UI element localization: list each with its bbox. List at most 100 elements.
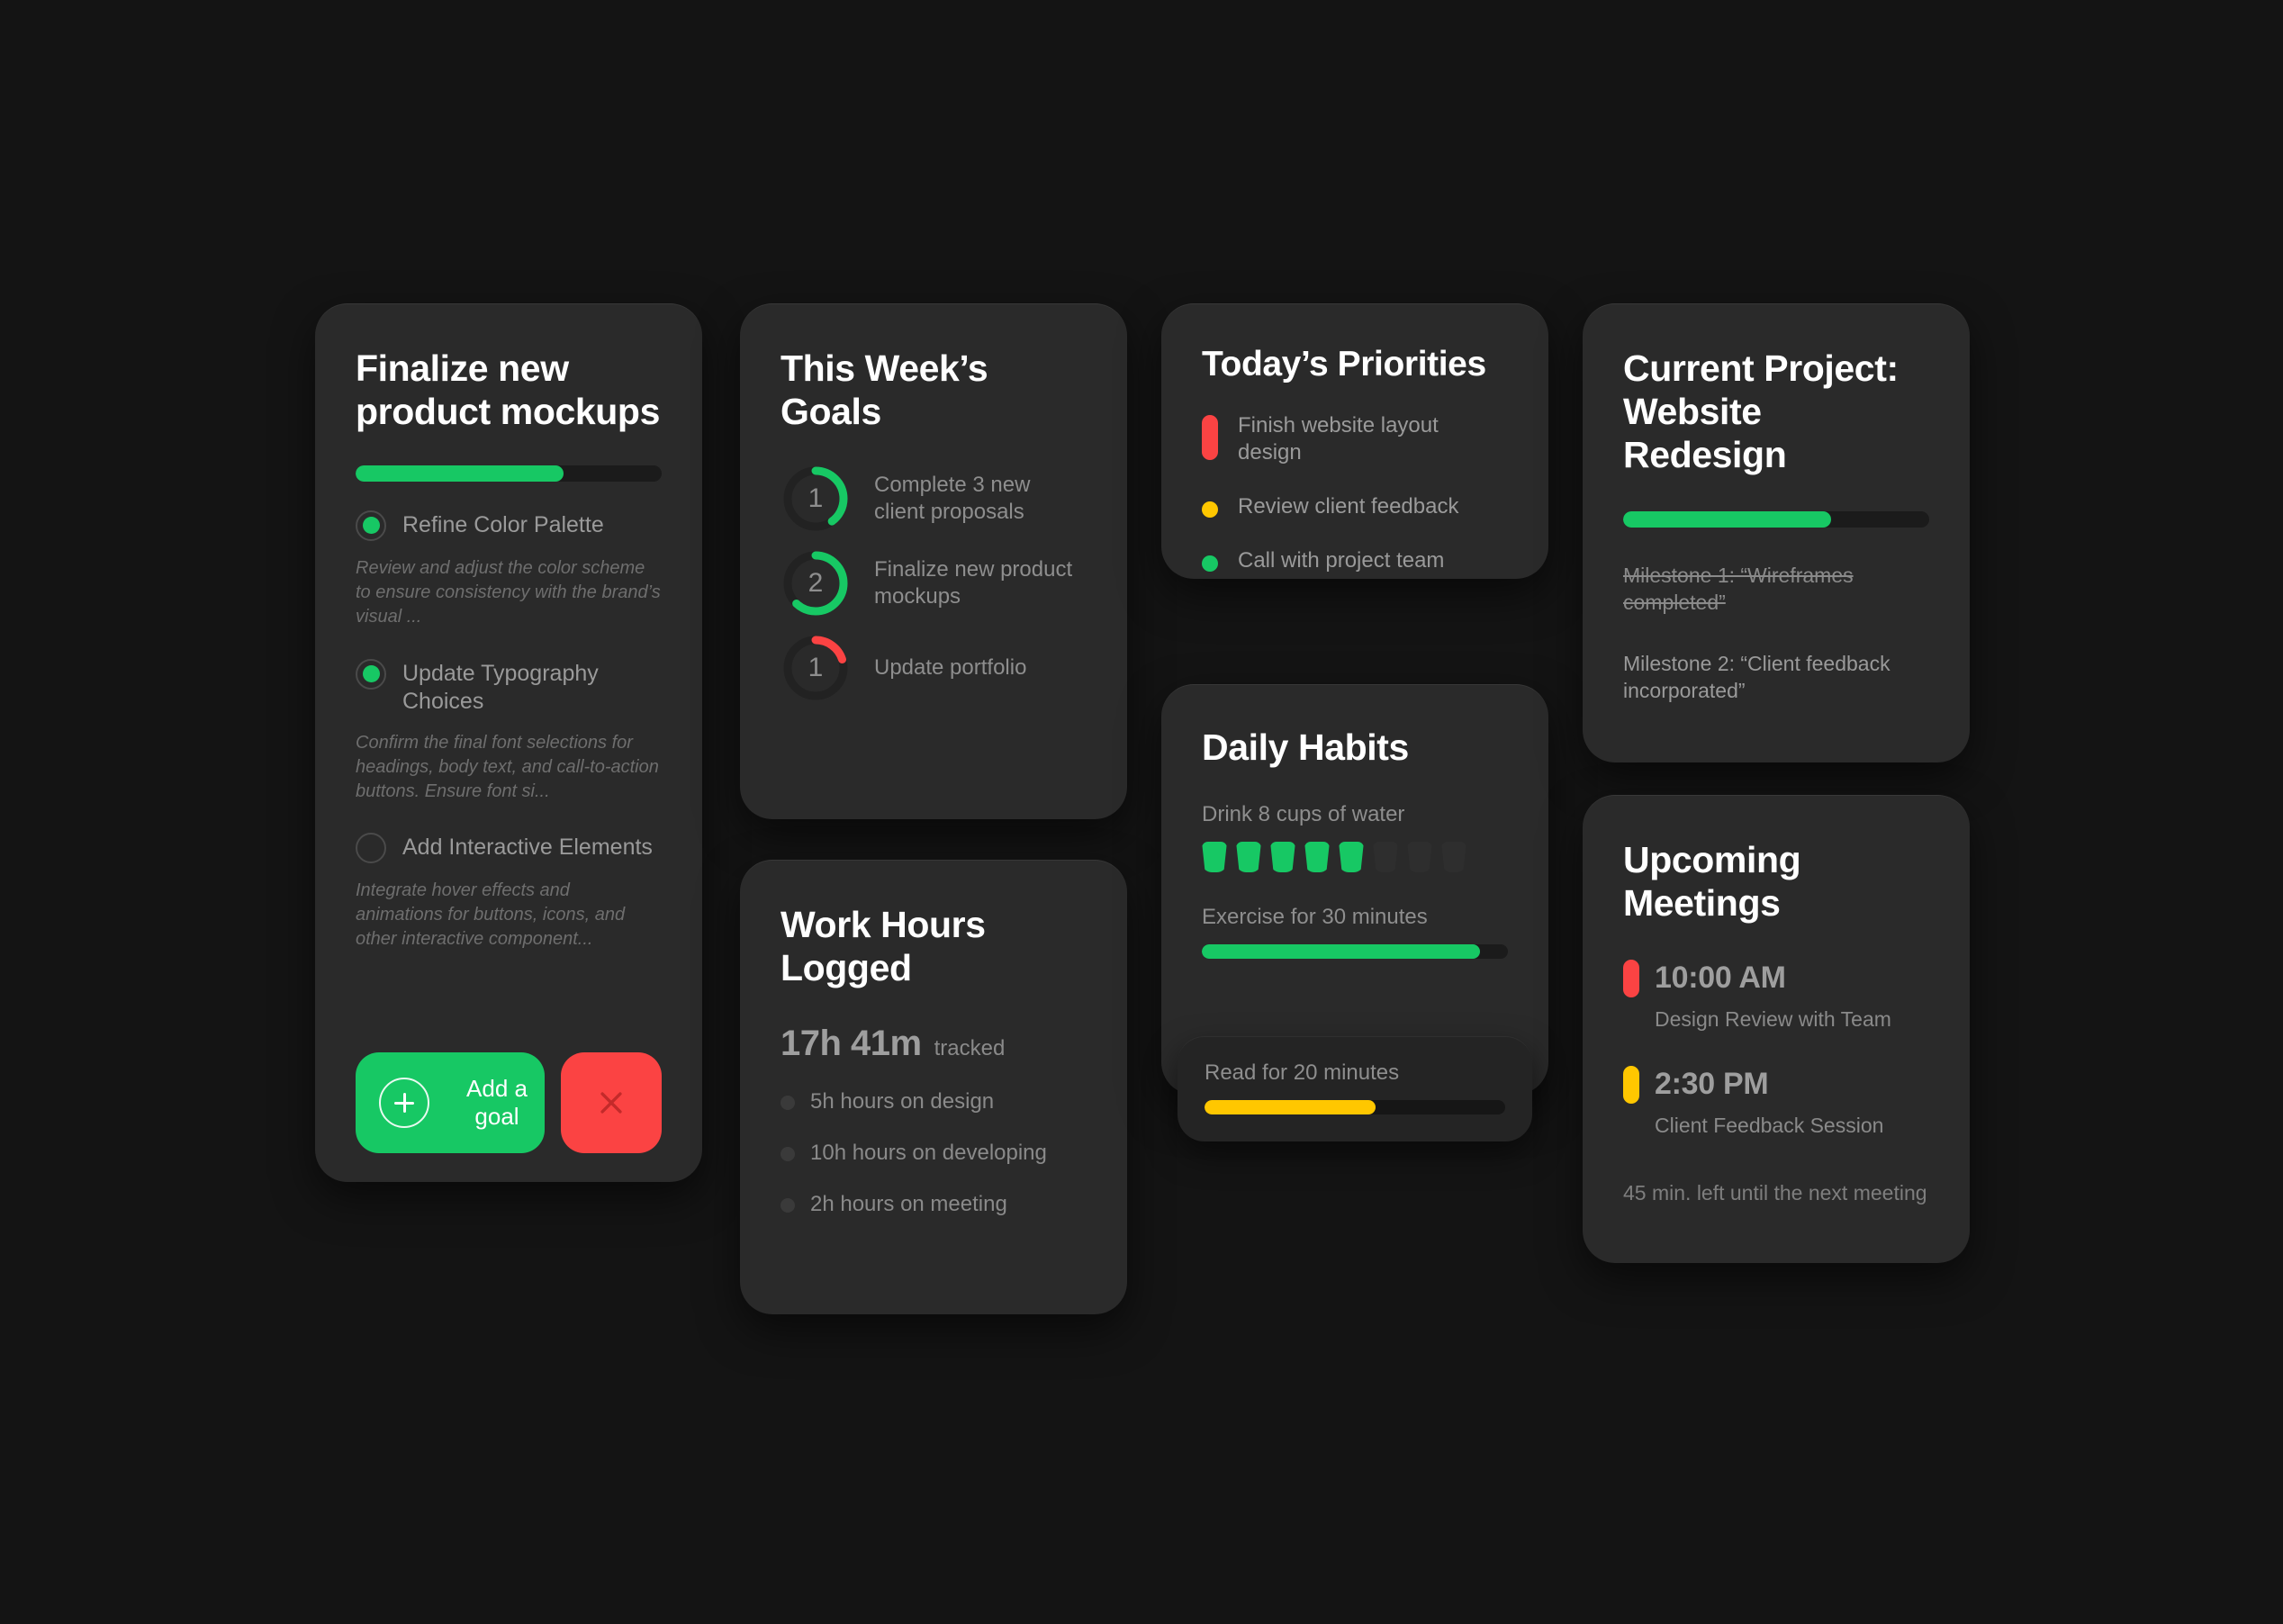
habit-water[interactable]: Drink 8 cups of water <box>1202 802 1508 872</box>
priority-label: Review client feedback <box>1238 493 1459 519</box>
bullet-icon <box>781 1146 795 1161</box>
water-cup-icon[interactable] <box>1202 841 1227 872</box>
read-progress-bar <box>1205 1100 1505 1114</box>
goal-number: 1 <box>808 483 824 513</box>
task-item[interactable]: Refine Color Palette <box>356 509 662 541</box>
task-item[interactable]: Add Interactive Elements <box>356 831 662 864</box>
meetings-footer-note: 45 min. left until the next meeting <box>1623 1180 1927 1204</box>
water-cup-icon[interactable] <box>1373 841 1398 872</box>
meeting-marker <box>1623 959 1639 997</box>
task-label: Update Typography Choices <box>402 660 599 714</box>
plus-circle-icon <box>379 1078 429 1128</box>
card-this-weeks-goals[interactable]: This Week’s Goals 1 Complete 3 new clien… <box>740 303 1127 819</box>
checkbox-refine-color-palette[interactable] <box>356 510 386 541</box>
progress-ring-icon: 1 <box>781 464 851 534</box>
checkbox-update-typography[interactable] <box>356 658 386 690</box>
priority-marker-low <box>1202 555 1218 572</box>
hours-total-value: 17h 41m <box>781 1023 922 1063</box>
list-item[interactable]: Call with project team <box>1202 547 1508 574</box>
list-item[interactable]: 2:30 PM Client Feedback Session <box>1623 1065 1929 1138</box>
read-progress-fill <box>1205 1100 1376 1114</box>
mockups-progress-bar <box>356 465 662 482</box>
bullet-icon <box>781 1095 795 1110</box>
project-progress-bar <box>1623 510 1929 528</box>
bullet-icon <box>781 1197 795 1213</box>
project-progress-fill <box>1623 510 1832 528</box>
hours-total: 17h 41m tracked <box>781 1024 1087 1064</box>
meeting-time: 2:30 PM <box>1655 1067 1769 1102</box>
close-icon <box>561 1052 662 1153</box>
hours-breakdown-label: 10h hours on developing <box>810 1140 1047 1165</box>
priorities-title: Today’s Priorities <box>1202 345 1486 383</box>
water-cup-icon[interactable] <box>1339 841 1364 872</box>
list-item[interactable]: 10:00 AM Design Review with Team <box>1623 959 1929 1032</box>
checkbox-add-interactive-elements[interactable] <box>356 833 386 864</box>
list-item[interactable]: Finish website layout design <box>1202 412 1508 466</box>
list-item[interactable]: 1 Complete 3 new client proposals <box>781 464 1087 534</box>
hours-breakdown-label: 2h hours on meeting <box>810 1191 1007 1216</box>
water-cup-icon[interactable] <box>1270 841 1295 872</box>
list-item[interactable]: 1 Update portfolio <box>781 633 1087 703</box>
mockups-progress-fill <box>356 465 564 482</box>
meetings-title: Upcoming Meetings <box>1623 839 1801 924</box>
habit-exercise[interactable]: Exercise for 30 minutes <box>1202 905 1508 959</box>
water-cup-icon[interactable] <box>1407 841 1432 872</box>
hours-breakdown-label: 5h hours on design <box>810 1088 995 1114</box>
exercise-progress-bar <box>1202 943 1508 959</box>
meeting-subject: Design Review with Team <box>1655 1006 1891 1031</box>
card-current-project[interactable]: Current Project: Website Redesign Milest… <box>1583 303 1970 762</box>
water-cup-icon[interactable] <box>1441 841 1466 872</box>
mockups-action-row: Add a goal <box>356 1052 662 1153</box>
priority-label: Finish website layout design <box>1238 412 1439 465</box>
add-goal-button[interactable]: Add a goal <box>356 1052 545 1153</box>
meeting-marker <box>1623 1065 1639 1104</box>
progress-ring-icon: 2 <box>781 548 851 618</box>
progress-ring-icon: 1 <box>781 633 851 703</box>
priority-marker-high <box>1202 414 1218 460</box>
hours-title: Work Hours Logged <box>781 904 986 988</box>
add-goal-label: Add a goal <box>466 1075 528 1130</box>
habit-label: Exercise for 30 minutes <box>1202 904 1428 929</box>
exercise-progress-fill <box>1202 943 1481 959</box>
meeting-time: 10:00 AM <box>1655 961 1786 996</box>
goal-label: Update portfolio <box>874 654 1027 680</box>
task-item[interactable]: Update Typography Choices <box>356 657 662 716</box>
meeting-subject: Client Feedback Session <box>1655 1113 1884 1137</box>
habits-title: Daily Habits <box>1202 726 1409 768</box>
task-description: Confirm the final font selections for he… <box>356 732 659 801</box>
habit-label: Read for 20 minutes <box>1205 1060 1400 1085</box>
dismiss-button[interactable] <box>561 1052 662 1153</box>
goal-number: 2 <box>808 567 824 598</box>
card-work-hours-logged[interactable]: Work Hours Logged 17h 41m tracked 5h hou… <box>740 860 1127 1314</box>
water-cup-icon[interactable] <box>1304 841 1330 872</box>
list-item: 10h hours on developing <box>781 1140 1087 1167</box>
priority-marker-medium <box>1202 501 1218 518</box>
list-item[interactable]: Review client feedback <box>1202 493 1508 520</box>
water-cup-icon[interactable] <box>1236 841 1261 872</box>
list-item: 5h hours on design <box>781 1088 1087 1115</box>
card-todays-priorities[interactable]: Today’s Priorities Finish website layout… <box>1161 303 1548 579</box>
dashboard-board: Finalize new product mockups Refine Colo… <box>0 0 2283 1624</box>
card-daily-habits[interactable]: Daily Habits Drink 8 cups of water Exerc… <box>1161 684 1548 1141</box>
card-upcoming-meetings[interactable]: Upcoming Meetings 10:00 AM Design Review… <box>1583 795 1970 1263</box>
milestone-pending: Milestone 2: “Client feedback incorporat… <box>1623 652 1890 703</box>
goal-label: Complete 3 new client proposals <box>874 472 1031 524</box>
goals-list: 1 Complete 3 new client proposals 2 Fina… <box>781 464 1087 703</box>
project-title: Current Project: Website Redesign <box>1623 347 1899 475</box>
task-description: Integrate hover effects and animations f… <box>356 880 626 950</box>
goal-number: 1 <box>808 652 824 682</box>
habit-label: Drink 8 cups of water <box>1202 801 1405 826</box>
list-item: 2h hours on meeting <box>781 1191 1087 1218</box>
page-title: Finalize new product mockups <box>356 347 660 432</box>
habit-read[interactable]: Read for 20 minutes <box>1178 1036 1532 1141</box>
priority-label: Call with project team <box>1238 547 1445 573</box>
water-cups-tracker[interactable] <box>1202 841 1508 872</box>
task-label: Add Interactive Elements <box>402 835 653 861</box>
card-finalize-mockups[interactable]: Finalize new product mockups Refine Colo… <box>315 303 702 1182</box>
hours-total-suffix: tracked <box>934 1035 1006 1060</box>
goal-label: Finalize new product mockups <box>874 556 1073 609</box>
list-item[interactable]: 2 Finalize new product mockups <box>781 548 1087 618</box>
task-description: Review and adjust the color scheme to en… <box>356 557 661 627</box>
goals-title: This Week’s Goals <box>781 347 988 432</box>
milestone-completed: Milestone 1: “Wireframes completed” <box>1623 563 1854 615</box>
